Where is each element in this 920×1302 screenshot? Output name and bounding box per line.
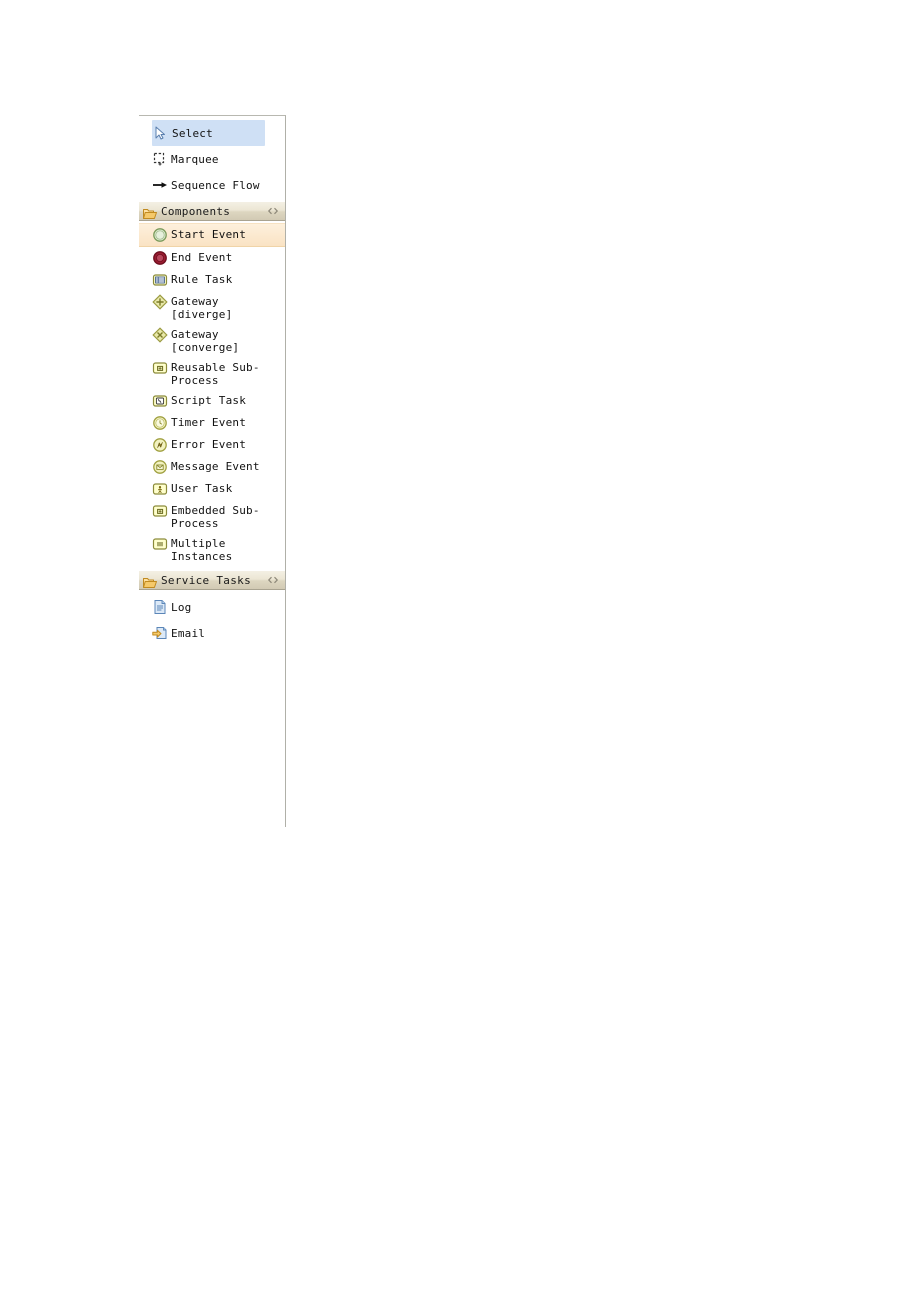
palette-item-email[interactable]: Email: [139, 620, 285, 646]
section-title: Service Tasks: [161, 573, 251, 587]
error-event-icon: [152, 437, 168, 453]
timer-event-icon: [152, 415, 168, 431]
palette-item-error-event[interactable]: Error Event: [139, 434, 285, 456]
palette-tool-label: Marquee: [171, 152, 219, 166]
palette-item-user-task[interactable]: User Task: [139, 478, 285, 500]
palette-item-embedded-sub-process[interactable]: Embedded Sub- Process: [139, 500, 285, 533]
palette-item-label: End Event: [171, 251, 233, 264]
palette-tool-sequence-flow[interactable]: Sequence Flow: [139, 172, 285, 198]
palette-item-log[interactable]: Log: [139, 594, 285, 620]
rule-task-icon: [152, 272, 168, 288]
palette-item-label: Rule Task: [171, 273, 233, 286]
palette-tool-select[interactable]: Select: [152, 120, 265, 146]
start-event-icon: [152, 227, 168, 243]
palette-tool-label: Sequence Flow: [171, 178, 260, 192]
palette-item-label: Timer Event: [171, 416, 247, 429]
arrow-right-icon: [152, 177, 168, 193]
section-title: Components: [161, 204, 231, 218]
palette-item-label: Embedded Sub- Process: [171, 504, 260, 530]
collapse-chevrons-icon[interactable]: [267, 575, 279, 585]
message-event-icon: [152, 459, 168, 475]
palette-item-label: Multiple Instances: [171, 537, 233, 563]
palette-item-reusable-sub-process[interactable]: Reusable Sub- Process: [139, 357, 285, 390]
palette-item-label: Gateway [diverge]: [171, 295, 233, 321]
gateway-diverge-icon: [152, 294, 168, 310]
palette-item-label: Script Task: [171, 394, 247, 407]
palette-item-rule-task[interactable]: Rule Task: [139, 269, 285, 291]
palette-item-label: Email: [171, 626, 206, 640]
collapse-chevrons-icon[interactable]: [267, 206, 279, 216]
cursor-arrow-icon: [152, 125, 168, 141]
script-task-icon: [152, 393, 168, 409]
palette-item-start-event[interactable]: Start Event: [139, 223, 285, 247]
gateway-converge-icon: [152, 327, 168, 343]
service-tasks-item-list: Log Email: [139, 590, 285, 650]
multiple-instances-icon: [152, 536, 168, 552]
end-event-icon: [152, 250, 168, 266]
palette-item-label: Message Event: [171, 460, 260, 473]
palette-item-label: Error Event: [171, 438, 247, 451]
palette-item-gateway-diverge[interactable]: Gateway [diverge]: [139, 291, 285, 324]
folder-open-icon: [143, 574, 157, 588]
folder-open-icon: [143, 205, 157, 219]
section-header-service-tasks[interactable]: Service Tasks: [139, 570, 285, 590]
palette-item-message-event[interactable]: Message Event: [139, 456, 285, 478]
palette-item-end-event[interactable]: End Event: [139, 247, 285, 269]
marquee-icon: [152, 151, 168, 167]
palette-tool-label: Select: [172, 126, 213, 140]
bpmn-palette-panel: Select Marquee Sequence Flow Components …: [139, 115, 286, 827]
palette-item-multiple-instances[interactable]: Multiple Instances: [139, 533, 285, 566]
palette-item-gateway-converge[interactable]: Gateway [converge]: [139, 324, 285, 357]
palette-item-script-task[interactable]: Script Task: [139, 390, 285, 412]
embedded-subprocess-icon: [152, 503, 168, 519]
section-header-components[interactable]: Components: [139, 201, 285, 221]
email-icon: [152, 625, 168, 641]
palette-item-label: Gateway [converge]: [171, 328, 240, 354]
log-document-icon: [152, 599, 168, 615]
palette-tool-marquee[interactable]: Marquee: [139, 146, 285, 172]
palette-item-label: Log: [171, 600, 192, 614]
tool-group: Select Marquee Sequence Flow: [139, 116, 285, 201]
user-task-icon: [152, 481, 168, 497]
palette-item-label: Start Event: [171, 228, 247, 241]
reusable-subprocess-icon: [152, 360, 168, 376]
palette-item-timer-event[interactable]: Timer Event: [139, 412, 285, 434]
components-item-list: Start Event End Event Rule Task Gateway …: [139, 221, 285, 570]
palette-item-label: Reusable Sub- Process: [171, 361, 260, 387]
palette-item-label: User Task: [171, 482, 233, 495]
